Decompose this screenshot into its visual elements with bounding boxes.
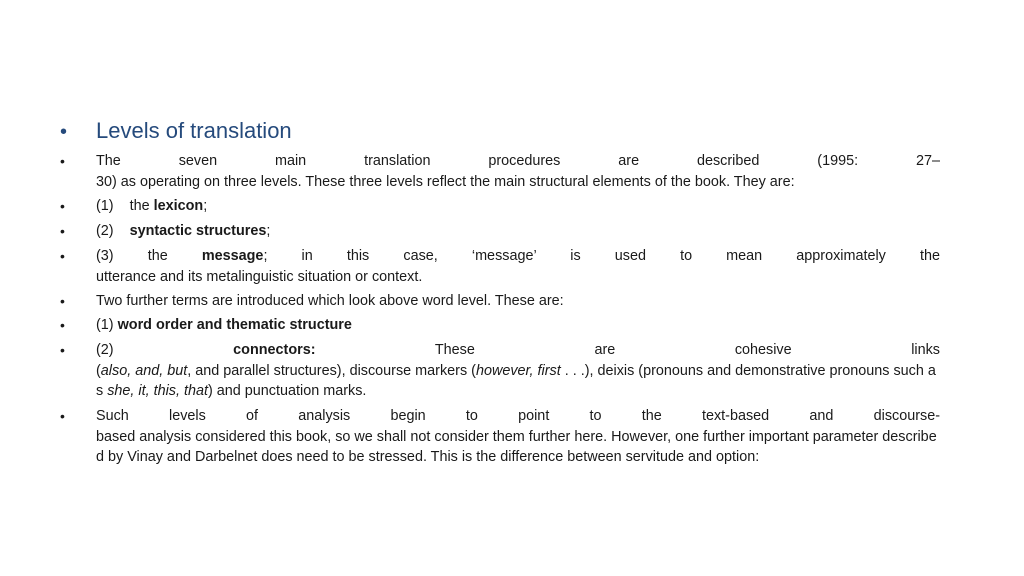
message-prefix: (3) the xyxy=(96,248,202,264)
word-order-bold: word order and thematic structure xyxy=(117,317,352,333)
further-terms-text: Two further terms are introduced which l… xyxy=(96,293,564,309)
bullet-icon: • xyxy=(60,248,65,264)
procedures-rest: 30) as operating on three levels. These … xyxy=(96,173,795,190)
such-levels-rest: based analysis considered this book, so … xyxy=(96,428,937,466)
message-line1: (3) the message; in this case, ‘message’… xyxy=(96,246,940,267)
connectors-text: , and parallel structures), discourse ma… xyxy=(187,362,476,379)
connectors-prefix: (2) xyxy=(96,342,234,358)
syntactic-prefix: (2) xyxy=(96,223,130,239)
connectors-text: ) and punctuation marks. xyxy=(208,383,367,399)
bullet-procedures: • The seven main translation procedures … xyxy=(60,151,940,192)
connectors-suffix: These are cohesive links xyxy=(315,342,940,358)
title-text: Levels of translation xyxy=(96,118,292,143)
message-rest: utterance and its metalinguistic situati… xyxy=(96,268,423,285)
lexicon-bold: lexicon xyxy=(153,198,204,214)
syntactic-bold: syntactic structures xyxy=(129,223,267,239)
message-bold: message xyxy=(201,248,264,264)
slide: • Levels of translation • The seven main… xyxy=(0,0,1024,576)
bullet-message: • (3) the message; in this case, ‘messag… xyxy=(60,246,940,287)
bullet-such-levels: • Such levels of analysis begin to point… xyxy=(60,406,940,468)
bullet-lexicon: • (1) the lexicon; xyxy=(60,196,940,217)
connectors-bold: connectors: xyxy=(233,342,316,358)
connectors-line1: (2) connectors: These are cohesive links xyxy=(96,340,940,361)
bullet-further-terms: • Two further terms are introduced which… xyxy=(60,291,940,312)
bullet-icon: • xyxy=(60,153,65,169)
bullet-syntactic: • (2) syntactic structures; xyxy=(60,221,940,242)
such-levels-line1: Such levels of analysis begin to point t… xyxy=(96,408,940,424)
word-order-prefix: (1) xyxy=(96,317,118,333)
bullet-icon: • xyxy=(60,408,65,424)
italic-example: she, it, this, that xyxy=(107,383,208,399)
bullet-connectors: • (2) connectors: These are cohesive lin… xyxy=(60,340,940,402)
italic-example: however, first xyxy=(475,362,561,379)
slide-title: • Levels of translation xyxy=(60,117,940,145)
procedures-line1: The seven main translation procedures ar… xyxy=(96,153,940,169)
bullet-icon: • xyxy=(60,342,65,358)
bullet-icon: • xyxy=(60,223,65,239)
syntactic-suffix: ; xyxy=(266,223,271,239)
bullet-icon: • xyxy=(60,317,65,333)
bullet-icon: • xyxy=(60,121,68,143)
lexicon-prefix: (1) the xyxy=(96,198,154,214)
bullet-icon: • xyxy=(60,198,65,214)
bullet-word-order: • (1) word order and thematic structure xyxy=(60,315,940,336)
lexicon-suffix: ; xyxy=(203,198,208,214)
italic-example: also, and, but xyxy=(100,362,188,379)
connectors-rest: (also, and, but, and parallel structures… xyxy=(96,363,936,400)
bullet-icon: • xyxy=(60,293,65,309)
message-suffix: ; in this case, ‘message’ is used to mea… xyxy=(263,248,940,264)
